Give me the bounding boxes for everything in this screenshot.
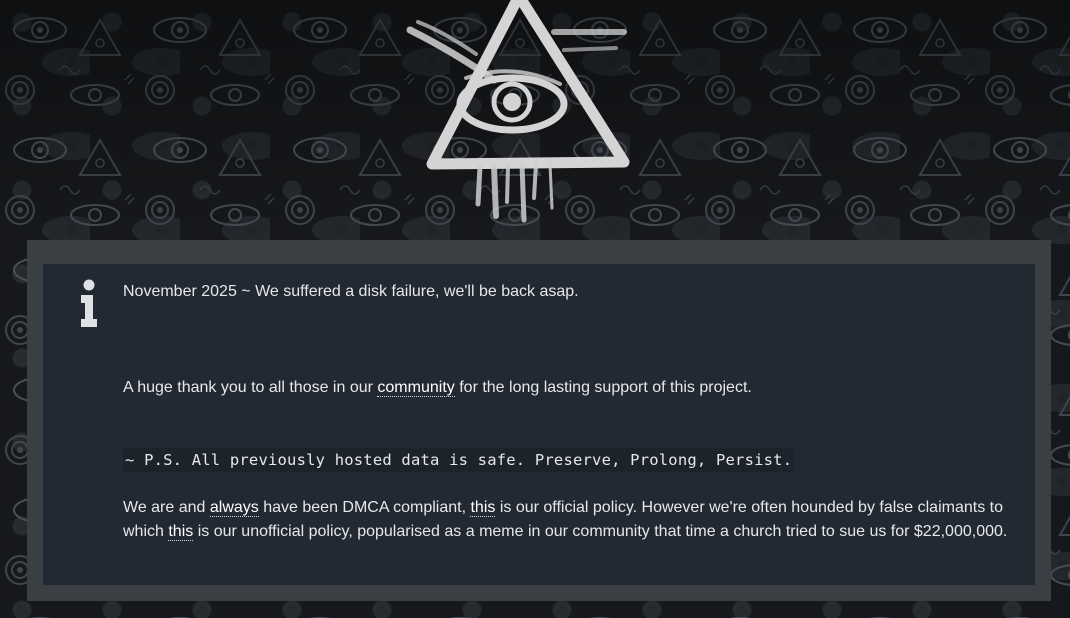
dmca-paragraph: We are and always have been DMCA complia… — [123, 499, 1008, 541]
notice-box: November 2025 ~ We suffered a disk failu… — [43, 264, 1035, 585]
notice-container: November 2025 ~ We suffered a disk failu… — [27, 240, 1051, 601]
ps-line: ~ P.S. All previously hosted data is saf… — [123, 448, 1013, 472]
community-link[interactable]: community — [377, 379, 455, 397]
notice-headline: November 2025 ~ We suffered a disk failu… — [123, 283, 579, 300]
thanks-paragraph: A huge thank you to all those in our com… — [123, 379, 752, 397]
info-icon — [81, 279, 97, 327]
page-background: November 2025 ~ We suffered a disk failu… — [0, 0, 1070, 618]
all-seeing-eye-triangle-logo — [406, 0, 630, 223]
unofficial-policy-link[interactable]: this — [168, 523, 194, 541]
ps-code-text: ~ P.S. All previously hosted data is saf… — [123, 448, 795, 472]
official-policy-link[interactable]: this — [470, 499, 496, 517]
notice-content: November 2025 ~ We suffered a disk failu… — [123, 280, 1013, 544]
always-link[interactable]: always — [209, 499, 259, 517]
